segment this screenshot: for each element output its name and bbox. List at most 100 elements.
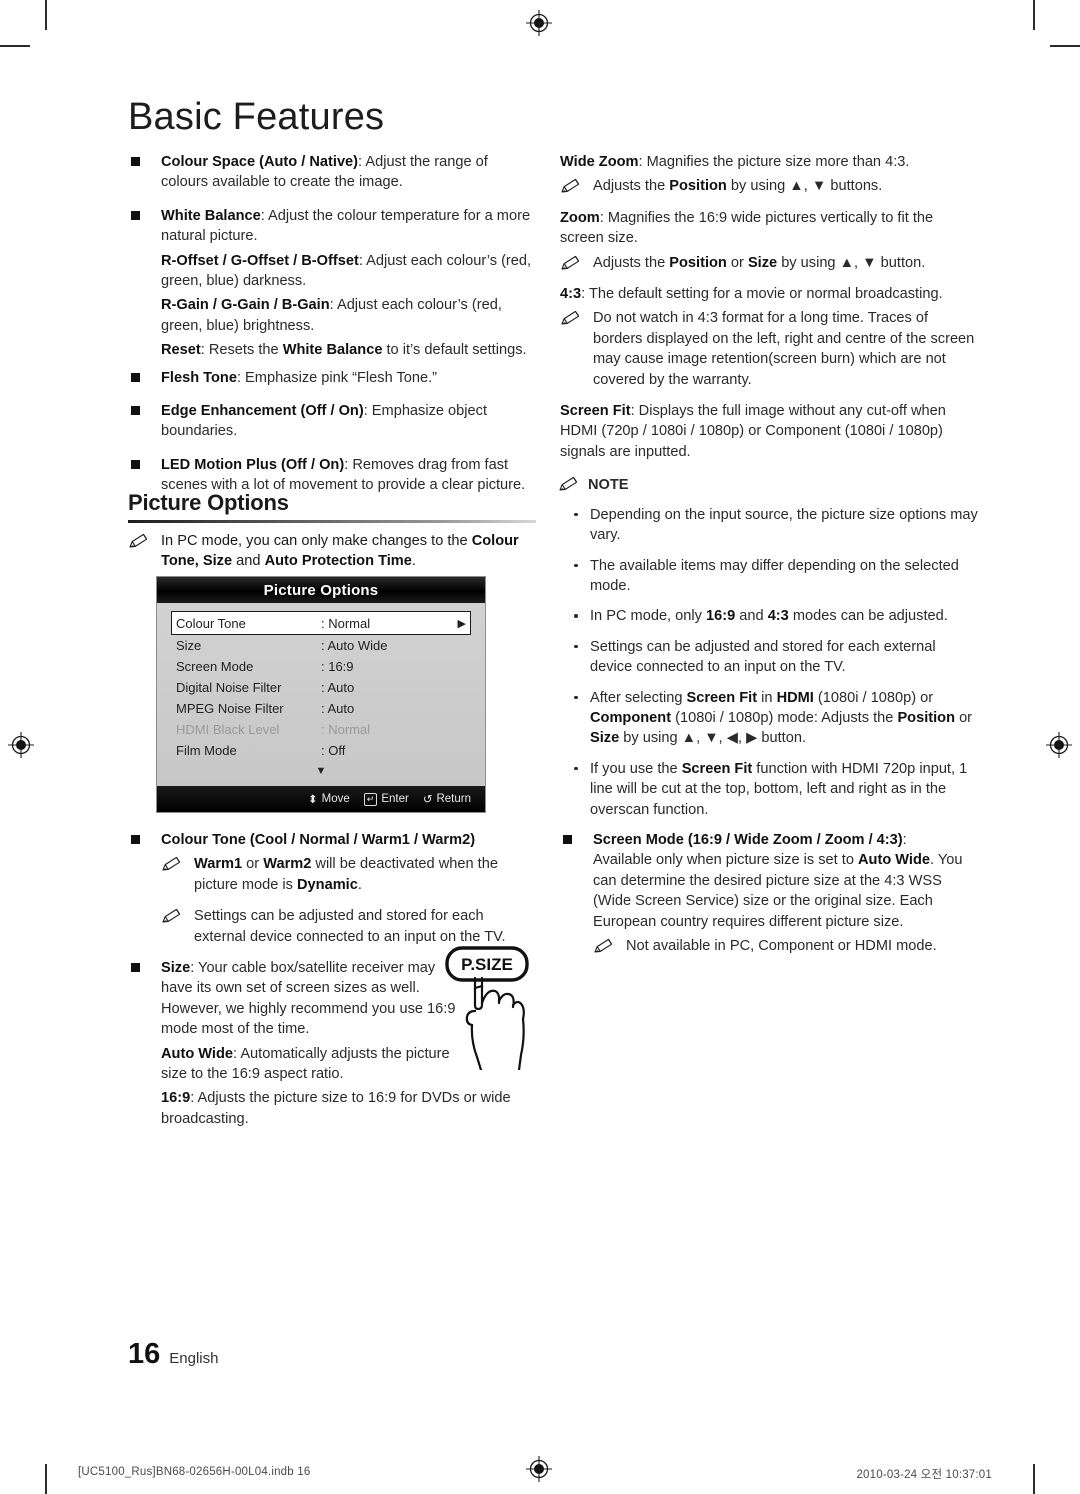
osd-row-digital-noise-filter[interactable]: Digital Noise Filter : Auto — [171, 677, 471, 698]
sf-p7: Position — [897, 709, 956, 726]
pc-mode-p1: 16:9 — [706, 608, 736, 625]
size-text: : Your cable box/satellite receiver may … — [161, 960, 456, 1038]
auto-wide-label: Auto Wide — [161, 1045, 234, 1062]
note-4-3-warning: Do not watch in 4:3 format for a long ti… — [560, 308, 980, 390]
hint-return-label: Return — [436, 793, 471, 805]
note-pc-mode-d: Auto Protection Time — [264, 553, 412, 570]
wz-note-position: Position — [669, 178, 727, 195]
sf-p2: in — [757, 689, 777, 706]
osd-label-screen-mode: Screen Mode — [176, 659, 254, 674]
list-item-screen-mode: Screen Mode (16:9 / Wide Zoom / Zoom / 4… — [560, 830, 980, 932]
list-item-white-balance: White Balance: Adjust the colour tempera… — [128, 206, 536, 247]
osd-row-mpeg-noise-filter[interactable]: MPEG Noise Filter : Auto — [171, 698, 471, 719]
zoom-text: : Magnifies the 16:9 wide pictures verti… — [560, 209, 934, 247]
pencil-icon — [560, 310, 584, 326]
sub-item-offsets: R-Offset / G-Offset / B-Offset: Adjust e… — [128, 251, 536, 292]
four-three-label: 4:3 — [560, 286, 582, 303]
list-item-colour-tone: Colour Tone (Cool / Normal / Warm1 / War… — [128, 830, 536, 850]
size-label: Size — [161, 960, 191, 977]
osd-row-screen-mode[interactable]: Screen Mode : 16:9 — [171, 656, 471, 677]
note-bullet-pc-mode: In PC mode, only 16:9 and 4:3 modes can … — [560, 606, 980, 626]
section-heading-label: Picture Options — [128, 490, 289, 515]
hint-enter-label: Enter — [381, 793, 409, 805]
note-pc-mode-c: and — [232, 553, 265, 570]
sub-item-reset: Reset: Resets the White Balance to it’s … — [128, 340, 536, 360]
osd-label-colour-tone: Colour Tone — [176, 615, 246, 631]
osd-value-screen-mode: : 16:9 — [321, 659, 354, 674]
warm1-label: Warm1 — [194, 856, 243, 873]
osd-value-hdmi-black-level: : Normal — [321, 722, 371, 737]
osd-row-film-mode[interactable]: Film Mode : Off — [171, 740, 471, 761]
osd-value-digital-noise-filter: : Auto — [321, 680, 355, 695]
page-title: Basic Features — [128, 96, 385, 138]
osd-value-mpeg-noise-filter: : Auto — [321, 701, 355, 716]
screen-mode-auto-wide: Auto Wide — [858, 852, 931, 869]
warm-period: . — [357, 876, 362, 893]
hint-return: ↺ Return — [423, 792, 471, 806]
note-warm-modes: Warm1 or Warm2 will be deactivated when … — [161, 854, 536, 895]
pc-mode-p2: and — [735, 608, 768, 625]
ratio-16-9-label: 16:9 — [161, 1090, 191, 1107]
pencil-icon — [558, 476, 582, 492]
psize-remote-button-illustration: P.SIZE — [437, 945, 537, 1070]
note-heading-label: NOTE — [588, 477, 629, 494]
flesh-tone-label: Flesh Tone — [161, 369, 237, 386]
screen-mode-a: Available only when picture size is set … — [593, 852, 858, 869]
note-zoom-position-size: Adjusts the Position or Size by using ▲,… — [560, 253, 980, 273]
white-balance-label: White Balance — [161, 207, 261, 224]
screen-mode-colon: : — [902, 831, 907, 848]
osd-row-size[interactable]: Size : Auto Wide — [171, 635, 471, 656]
osd-title: Picture Options — [157, 577, 485, 603]
osd-body: Colour Tone : Normal ▶ Size : Auto Wide … — [157, 603, 485, 786]
sf-p3: HDMI — [776, 689, 814, 706]
note-bullet-screen-fit-hdmi: After selecting Screen Fit in HDMI (1080… — [560, 688, 980, 749]
note-bullet-input-source-text: Depending on the input source, the pictu… — [590, 506, 978, 544]
scroll-down-icon[interactable]: ▼ — [171, 761, 471, 782]
list-item-edge-enhancement: Edge Enhancement (Off / On): Emphasize o… — [128, 401, 536, 442]
hint-enter: ↵ Enter — [363, 792, 409, 806]
list-item-colour-space: Colour Space (Auto / Native): Adjust the… — [128, 152, 536, 193]
wz-note-c: by using ▲, ▼ buttons. — [726, 178, 883, 195]
z-note-e: by using ▲, ▼ button. — [777, 254, 926, 271]
osd-row-colour-tone[interactable]: Colour Tone : Normal ▶ — [171, 611, 471, 635]
z-note-a: Adjusts the — [593, 254, 670, 271]
sf-p10: by using ▲, ▼, ◀, ▶ button. — [619, 730, 807, 747]
note-bullet-screen-fit-720p: If you use the Screen Fit function with … — [560, 759, 980, 820]
print-footer-filename: [UC5100_Rus]BN68-02656H-00L04.indb 16 — [78, 1466, 311, 1478]
list-item-flesh-tone: Flesh Tone: Emphasize pink “Flesh Tone.” — [128, 368, 536, 388]
note-pc-mode-e: . — [411, 553, 416, 570]
reset-mid: : Resets the — [200, 342, 283, 359]
pencil-icon — [161, 856, 185, 872]
four-three-text: : The default setting for a movie or nor… — [581, 286, 943, 303]
screen-fit-label: Screen Fit — [560, 403, 631, 420]
osd-footer-hints: ⬍ Move ↵ Enter ↺ Return — [157, 786, 485, 812]
note-bullet-settings-stored: Settings can be adjusted and stored for … — [560, 637, 980, 678]
page-language: English — [169, 1350, 219, 1367]
zoom-label: Zoom — [560, 209, 600, 226]
wz-note-a: Adjusts the — [593, 178, 670, 195]
folio: 16 English — [128, 1338, 218, 1371]
sub-item-auto-wide: Auto Wide: Automatically adjusts the pic… — [128, 1044, 461, 1085]
osd-value-colour-tone: : Normal — [321, 615, 371, 631]
osd-picture-options-menu: Picture Options Colour Tone : Normal ▶ S… — [157, 577, 485, 812]
pc-mode-p0: In PC mode, only — [590, 608, 706, 625]
gains-label: R-Gain / G-Gain / B-Gain — [161, 297, 330, 314]
note-pc-mode: In PC mode, you can only make changes to… — [128, 531, 536, 572]
section-heading-picture-options: Picture Options — [128, 490, 536, 523]
hint-move: ⬍ Move — [308, 792, 350, 806]
wide-zoom-label: Wide Zoom — [560, 154, 639, 170]
pencil-icon — [161, 908, 185, 924]
sf720-p0: If you use the — [590, 760, 682, 777]
note-settings-stored: Settings can be adjusted and stored for … — [161, 906, 536, 947]
right-column: Wide Zoom: Magnifies the picture size mo… — [558, 152, 980, 967]
sf-p4: (1080i / 1080p) or — [813, 689, 934, 706]
colour-space-label: Colour Space (Auto / Native) — [161, 154, 359, 170]
sf-p1: Screen Fit — [686, 689, 758, 706]
osd-label-hdmi-black-level: HDMI Black Level — [176, 722, 280, 737]
offsets-label: R-Offset / G-Offset / B-Offset — [161, 252, 359, 269]
pencil-icon — [128, 533, 152, 549]
note-screen-mode-text: Not available in PC, Component or HDMI m… — [626, 938, 937, 954]
pc-mode-p4: modes can be adjusted. — [788, 608, 948, 625]
dynamic-label: Dynamic — [297, 876, 358, 893]
pencil-icon — [560, 255, 584, 271]
